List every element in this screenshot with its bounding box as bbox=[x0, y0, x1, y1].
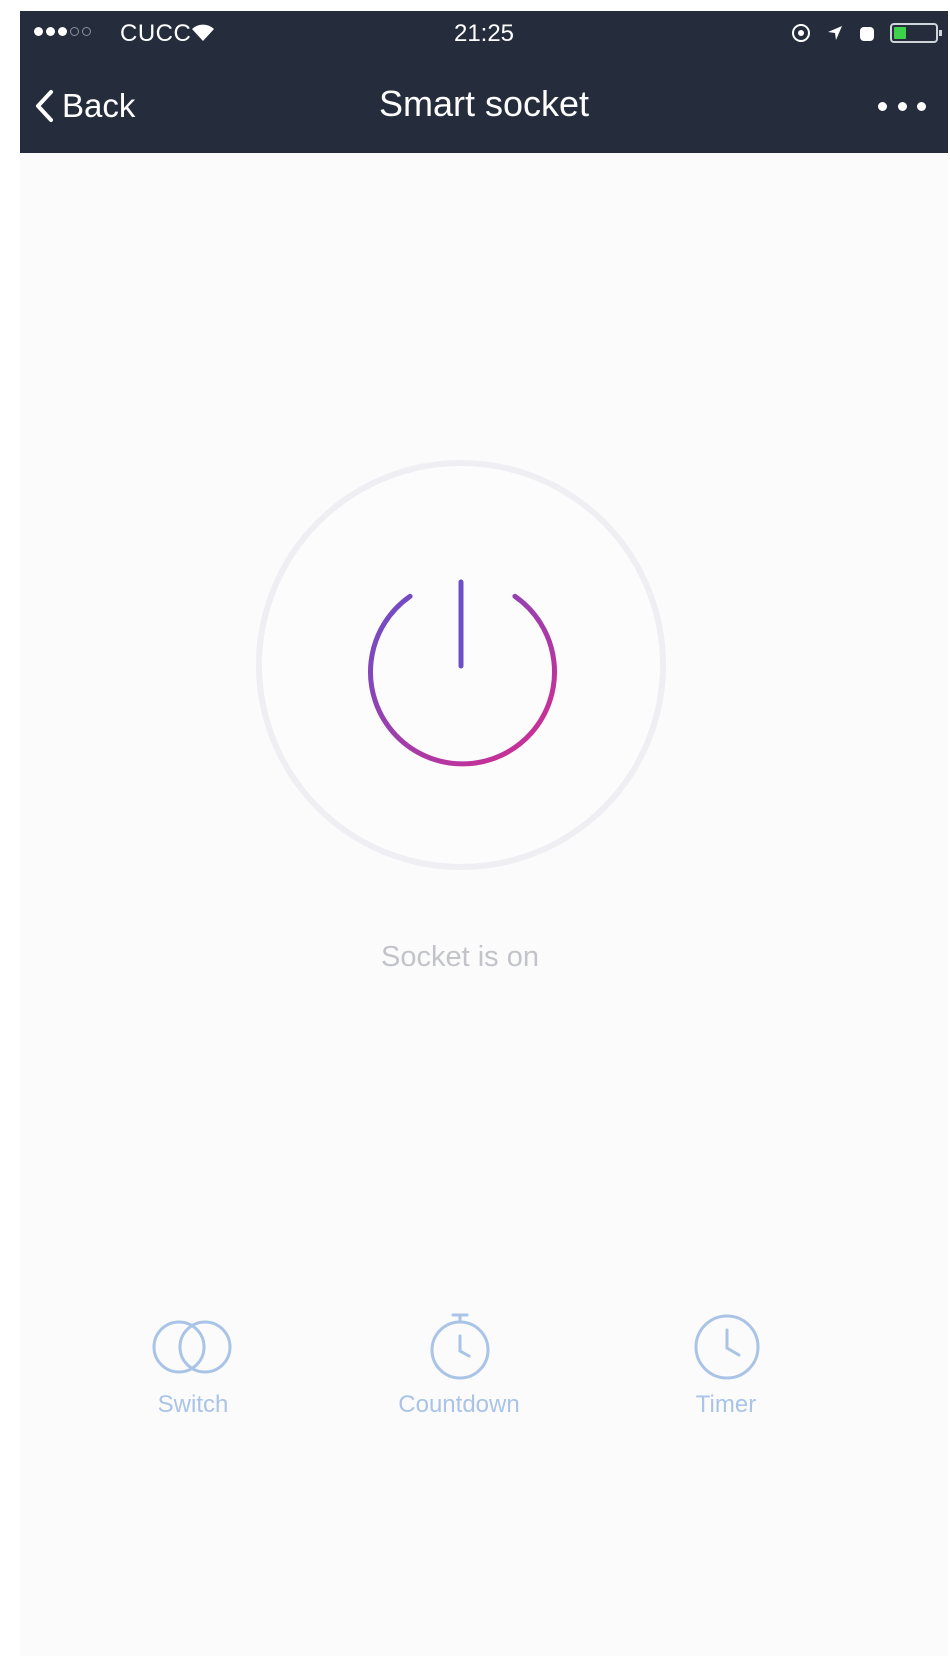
location-arrow-icon bbox=[828, 26, 842, 40]
page-title: Smart socket bbox=[378, 83, 590, 124]
back-button[interactable]: Back bbox=[34, 81, 135, 131]
switch-icon bbox=[152, 1320, 232, 1374]
header: CUCC 21:25 Back Smart socket bbox=[20, 11, 948, 153]
back-label: Back bbox=[62, 87, 136, 124]
more-dot-icon bbox=[897, 101, 907, 111]
countdown-button[interactable]: Countdown bbox=[349, 1311, 569, 1451]
socket-status-text: Socket is on bbox=[381, 941, 539, 973]
switch-button[interactable]: Switch bbox=[83, 1311, 303, 1451]
clock-icon bbox=[694, 1314, 760, 1380]
alarm-icon bbox=[860, 27, 874, 41]
wifi-icon bbox=[192, 24, 214, 41]
signal-strength-icon bbox=[34, 27, 91, 36]
status-icons bbox=[790, 21, 942, 45]
app-screen: CUCC 21:25 Back Smart socket Socket is o… bbox=[20, 11, 948, 1656]
power-icon bbox=[368, 579, 557, 767]
more-dot-icon bbox=[917, 101, 926, 111]
countdown-label: Countdown bbox=[398, 1391, 520, 1418]
status-bar: CUCC 21:25 bbox=[20, 11, 948, 55]
timer-button[interactable]: Timer bbox=[616, 1311, 836, 1451]
more-options-button[interactable] bbox=[878, 93, 926, 119]
battery-icon bbox=[890, 23, 942, 43]
chevron-left-icon bbox=[36, 90, 53, 122]
carrier-name: CUCC bbox=[120, 20, 192, 47]
timer-label: Timer bbox=[695, 1391, 757, 1418]
power-toggle-button[interactable] bbox=[256, 460, 666, 870]
stopwatch-icon bbox=[430, 1313, 490, 1380]
nav-bar: Back Smart socket bbox=[20, 67, 948, 145]
switch-label: Switch bbox=[157, 1391, 229, 1418]
location-lock-icon bbox=[792, 24, 810, 42]
more-dot-icon bbox=[878, 101, 887, 111]
